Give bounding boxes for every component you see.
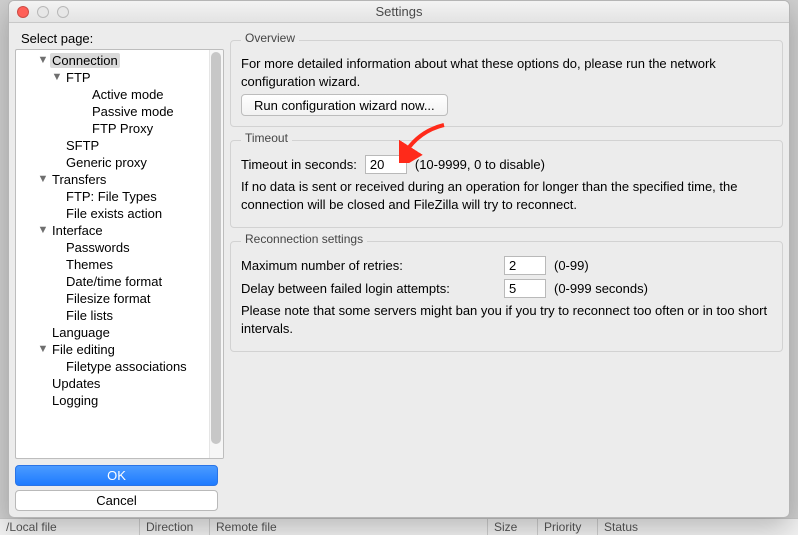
sidebar-item-interface[interactable]: ▼Interface [16, 222, 209, 239]
ok-button[interactable]: OK [15, 465, 218, 486]
sidebar-item-label: Filetype associations [64, 359, 189, 374]
disclosure-triangle-icon[interactable]: ▼ [36, 224, 50, 236]
sidebar-item-label: Generic proxy [64, 155, 149, 170]
disclosure-triangle-icon[interactable]: ▼ [36, 54, 50, 66]
delay-label: Delay between failed login attempts: [241, 281, 496, 296]
sidebar-item-label: Date/time format [64, 274, 164, 289]
sidebar-item-file-lists[interactable]: File lists [16, 307, 209, 324]
delay-input[interactable] [504, 279, 546, 298]
sidebar-item-ftp[interactable]: ▼FTP [16, 69, 209, 86]
sidebar-item-filesize-format[interactable]: Filesize format [16, 290, 209, 307]
sidebar-item-active-mode[interactable]: Active mode [16, 86, 209, 103]
sidebar-item-label: Logging [50, 393, 100, 408]
window-title: Settings [9, 4, 789, 19]
overview-legend: Overview [241, 31, 299, 45]
sidebar-item-label: File exists action [64, 206, 164, 221]
col-priority: Priority [538, 519, 598, 535]
reconnection-note: Please note that some servers might ban … [241, 302, 772, 337]
timeout-group: Timeout Timeout in seconds: (10-9999, 0 … [230, 140, 783, 228]
sidebar-item-label: Updates [50, 376, 102, 391]
sidebar-item-passwords[interactable]: Passwords [16, 239, 209, 256]
sidebar-item-logging[interactable]: Logging [16, 392, 209, 409]
retries-hint: (0-99) [554, 258, 589, 273]
col-status: Status [598, 519, 798, 535]
timeout-legend: Timeout [241, 131, 292, 145]
titlebar: Settings [9, 1, 789, 23]
queue-header: /Local file Direction Remote file Size P… [0, 518, 798, 535]
sidebar-item-filetype-associations[interactable]: Filetype associations [16, 358, 209, 375]
settings-content: Overview For more detailed information a… [224, 23, 789, 517]
sidebar-item-label: Transfers [50, 172, 108, 187]
sidebar-item-label: SFTP [64, 138, 101, 153]
col-local: /Local file [0, 519, 140, 535]
sidebar-item-label: Filesize format [64, 291, 153, 306]
col-direction: Direction [140, 519, 210, 535]
sidebar-item-connection[interactable]: ▼Connection [16, 52, 209, 69]
disclosure-triangle-icon[interactable]: ▼ [50, 71, 64, 83]
timeout-desc: If no data is sent or received during an… [241, 178, 772, 213]
sidebar-item-transfers[interactable]: ▼Transfers [16, 171, 209, 188]
sidebar-heading: Select page: [15, 27, 224, 49]
timeout-input[interactable] [365, 155, 407, 174]
disclosure-triangle-icon[interactable]: ▼ [36, 173, 50, 185]
sidebar: Select page: ▼Connection▼FTPActive modeP… [9, 23, 224, 517]
col-size: Size [488, 519, 538, 535]
disclosure-triangle-icon[interactable]: ▼ [36, 343, 50, 355]
sidebar-item-file-editing[interactable]: ▼File editing [16, 341, 209, 358]
timeout-hint: (10-9999, 0 to disable) [415, 157, 545, 172]
sidebar-item-label: FTP [64, 70, 93, 85]
sidebar-item-label: Active mode [90, 87, 166, 102]
sidebar-item-label: File editing [50, 342, 117, 357]
reconnection-legend: Reconnection settings [241, 232, 367, 246]
sidebar-item-themes[interactable]: Themes [16, 256, 209, 273]
sidebar-item-updates[interactable]: Updates [16, 375, 209, 392]
retries-label: Maximum number of retries: [241, 258, 496, 273]
delay-hint: (0-999 seconds) [554, 281, 648, 296]
tree-scrollbar-thumb[interactable] [211, 52, 221, 444]
overview-group: Overview For more detailed information a… [230, 40, 783, 127]
sidebar-item-label: Passive mode [90, 104, 176, 119]
retries-input[interactable] [504, 256, 546, 275]
sidebar-item-label: FTP: File Types [64, 189, 159, 204]
sidebar-item-label: Language [50, 325, 112, 340]
sidebar-item-sftp[interactable]: SFTP [16, 137, 209, 154]
sidebar-item-language[interactable]: Language [16, 324, 209, 341]
sidebar-item-label: Connection [50, 53, 120, 68]
sidebar-item-passive-mode[interactable]: Passive mode [16, 103, 209, 120]
reconnection-group: Reconnection settings Maximum number of … [230, 241, 783, 352]
sidebar-item-ftp-file-types[interactable]: FTP: File Types [16, 188, 209, 205]
sidebar-item-date-time-format[interactable]: Date/time format [16, 273, 209, 290]
sidebar-item-label: FTP Proxy [90, 121, 155, 136]
sidebar-item-file-exists-action[interactable]: File exists action [16, 205, 209, 222]
run-wizard-button[interactable]: Run configuration wizard now... [241, 94, 448, 116]
tree-scrollbar[interactable] [209, 50, 223, 458]
sidebar-item-label: File lists [64, 308, 115, 323]
cancel-button[interactable]: Cancel [15, 490, 218, 511]
sidebar-item-label: Interface [50, 223, 105, 238]
sidebar-item-generic-proxy[interactable]: Generic proxy [16, 154, 209, 171]
overview-desc: For more detailed information about what… [241, 55, 772, 90]
col-remote: Remote file [210, 519, 488, 535]
page-tree: ▼Connection▼FTPActive modePassive modeFT… [15, 49, 224, 459]
sidebar-item-label: Passwords [64, 240, 132, 255]
timeout-label: Timeout in seconds: [241, 157, 357, 172]
sidebar-item-label: Themes [64, 257, 115, 272]
sidebar-item-ftp-proxy[interactable]: FTP Proxy [16, 120, 209, 137]
settings-window: Settings Select page: ▼Connection▼FTPAct… [8, 0, 790, 518]
